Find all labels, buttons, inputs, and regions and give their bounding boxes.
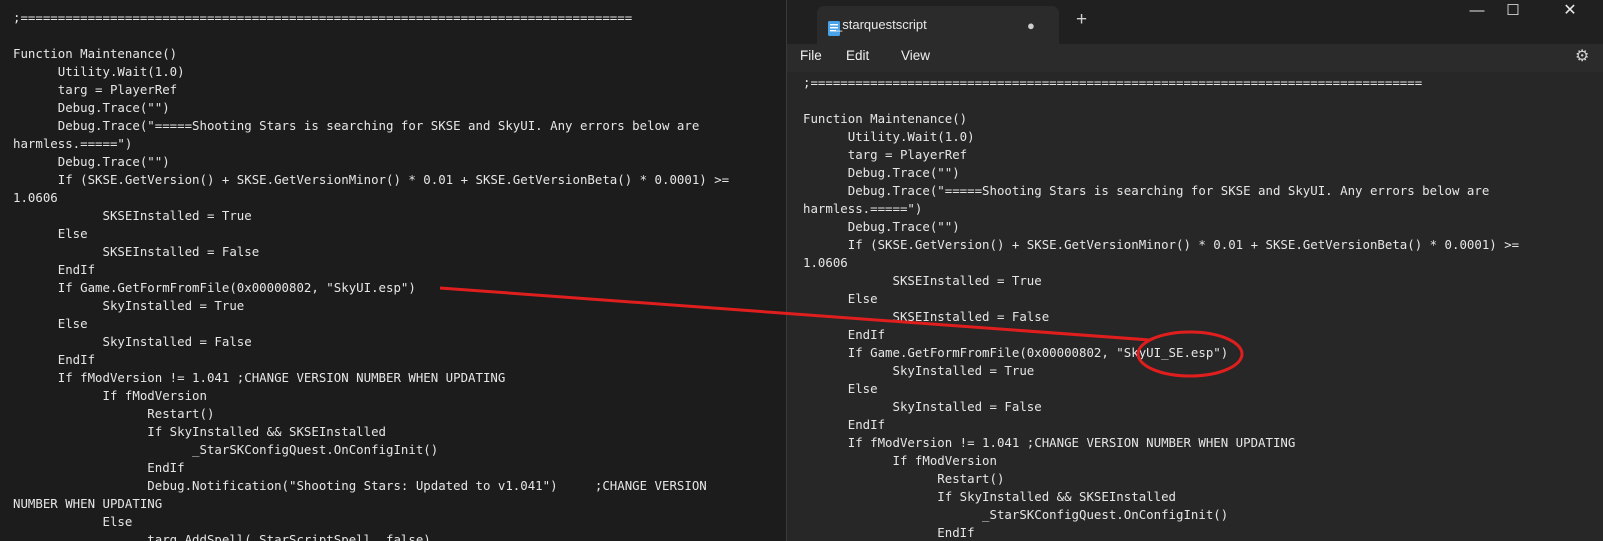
left-code-line: SkyInstalled = True (13, 298, 245, 313)
left-code-line: ;=======================================… (13, 10, 633, 25)
left-code-line: If SkyInstalled && SKSEInstalled (13, 424, 386, 439)
left-code-line: If Game.GetFormFromFile(0x00000802, "Sky… (13, 280, 416, 295)
maximize-button[interactable]: ☐ (1490, 0, 1536, 24)
left-code-line: Else (13, 514, 133, 529)
right-code-line: Debug.Trace("") (803, 165, 960, 180)
left-code-line: If fModVersion != 1.041 ;CHANGE VERSION … (13, 370, 506, 385)
right-code-line: Restart() (803, 471, 1005, 486)
right-code-line: _StarSKConfigQuest.OnConfigInit() (803, 507, 1229, 522)
right-code-line: 1.0606 (803, 255, 848, 270)
menu-view[interactable]: View (901, 48, 930, 63)
left-code-line: Debug.Notification("Shooting Stars: Upda… (13, 478, 707, 493)
left-code-line: If (SKSE.GetVersion() + SKSE.GetVersionM… (13, 172, 730, 187)
left-code-line: NUMBER WHEN UPDATING (13, 496, 163, 511)
left-code-line: Function Maintenance() (13, 46, 178, 61)
left-code-pane: ;=======================================… (0, 0, 786, 541)
right-code-line: If fModVersion (803, 453, 997, 468)
menu-bar: File Edit View ⚙ (787, 44, 1603, 72)
right-code-line: SKSEInstalled = True (803, 273, 1042, 288)
left-code-line: SKSEInstalled = False (13, 244, 260, 259)
close-button[interactable]: ✕ (1547, 0, 1593, 24)
unsaved-dot-icon[interactable]: ● (1027, 18, 1035, 33)
right-code-line: SkyInstalled = True (803, 363, 1035, 378)
right-code-line: Else (803, 291, 878, 306)
right-code-line: harmless.=====") (803, 201, 923, 216)
new-tab-button[interactable]: + (1076, 9, 1087, 31)
left-code-line: Utility.Wait(1.0) (13, 64, 185, 79)
left-code-line: harmless.=====") (13, 136, 133, 151)
left-code-line: Restart() (13, 406, 215, 421)
right-code-line: EndIf (803, 327, 886, 342)
left-code-line: EndIf (13, 460, 185, 475)
right-code-line: If Game.GetFormFromFile(0x00000802, "Sky… (803, 345, 1229, 360)
right-code-line: EndIf (803, 417, 886, 432)
right-code-line: Utility.Wait(1.0) (803, 129, 975, 144)
left-code-line: SkyInstalled = False (13, 334, 252, 349)
notepad-window: _starquestscript ● + — ☐ ✕ File Edit Vie… (786, 0, 1603, 541)
left-code-line (13, 27, 729, 45)
left-code-line: Debug.Trace("") (13, 154, 170, 169)
left-code-line: Else (13, 226, 88, 241)
left-code-line: Debug.Trace("") (13, 100, 170, 115)
tab-starquestscript[interactable]: _starquestscript ● (817, 6, 1059, 44)
left-code-line: If fModVersion (13, 388, 207, 403)
right-code-line: SKSEInstalled = False (803, 309, 1050, 324)
left-code-line: Debug.Trace("=====Shooting Stars is sear… (13, 118, 700, 133)
tab-title: _starquestscript (835, 17, 927, 32)
left-code-line: Else (13, 316, 88, 331)
left-code-text: ;=======================================… (13, 9, 729, 541)
right-code-line: If SkyInstalled && SKSEInstalled (803, 489, 1176, 504)
left-code-line: EndIf (13, 262, 96, 277)
left-code-line: targ = PlayerRef (13, 82, 178, 97)
right-code-line (803, 92, 1519, 110)
title-bar: _starquestscript ● + — ☐ ✕ (787, 0, 1603, 44)
menu-edit[interactable]: Edit (846, 48, 869, 63)
left-code-line: 1.0606 (13, 190, 58, 205)
right-code-line: SkyInstalled = False (803, 399, 1042, 414)
left-code-line: _StarSKConfigQuest.OnConfigInit() (13, 442, 439, 457)
right-code-line: ;=======================================… (803, 75, 1423, 90)
text-editor-area[interactable]: ;=======================================… (787, 72, 1603, 541)
menu-file[interactable]: File (800, 48, 822, 63)
right-code-line: Function Maintenance() (803, 111, 968, 126)
right-code-line: EndIf (803, 525, 975, 540)
left-code-line: SKSEInstalled = True (13, 208, 252, 223)
settings-gear-icon[interactable]: ⚙ (1575, 46, 1589, 66)
left-code-line: targ.AddSpell(_StarScriptSpell, false) (13, 532, 431, 541)
right-code-line: If (SKSE.GetVersion() + SKSE.GetVersionM… (803, 237, 1520, 252)
right-code-line: targ = PlayerRef (803, 147, 968, 162)
right-code-line: Else (803, 381, 878, 396)
left-code-line: EndIf (13, 352, 96, 367)
right-code-line: Debug.Trace("=====Shooting Stars is sear… (803, 183, 1490, 198)
right-code-text[interactable]: ;=======================================… (803, 74, 1519, 541)
right-code-line: If fModVersion != 1.041 ;CHANGE VERSION … (803, 435, 1296, 450)
right-code-line: Debug.Trace("") (803, 219, 960, 234)
